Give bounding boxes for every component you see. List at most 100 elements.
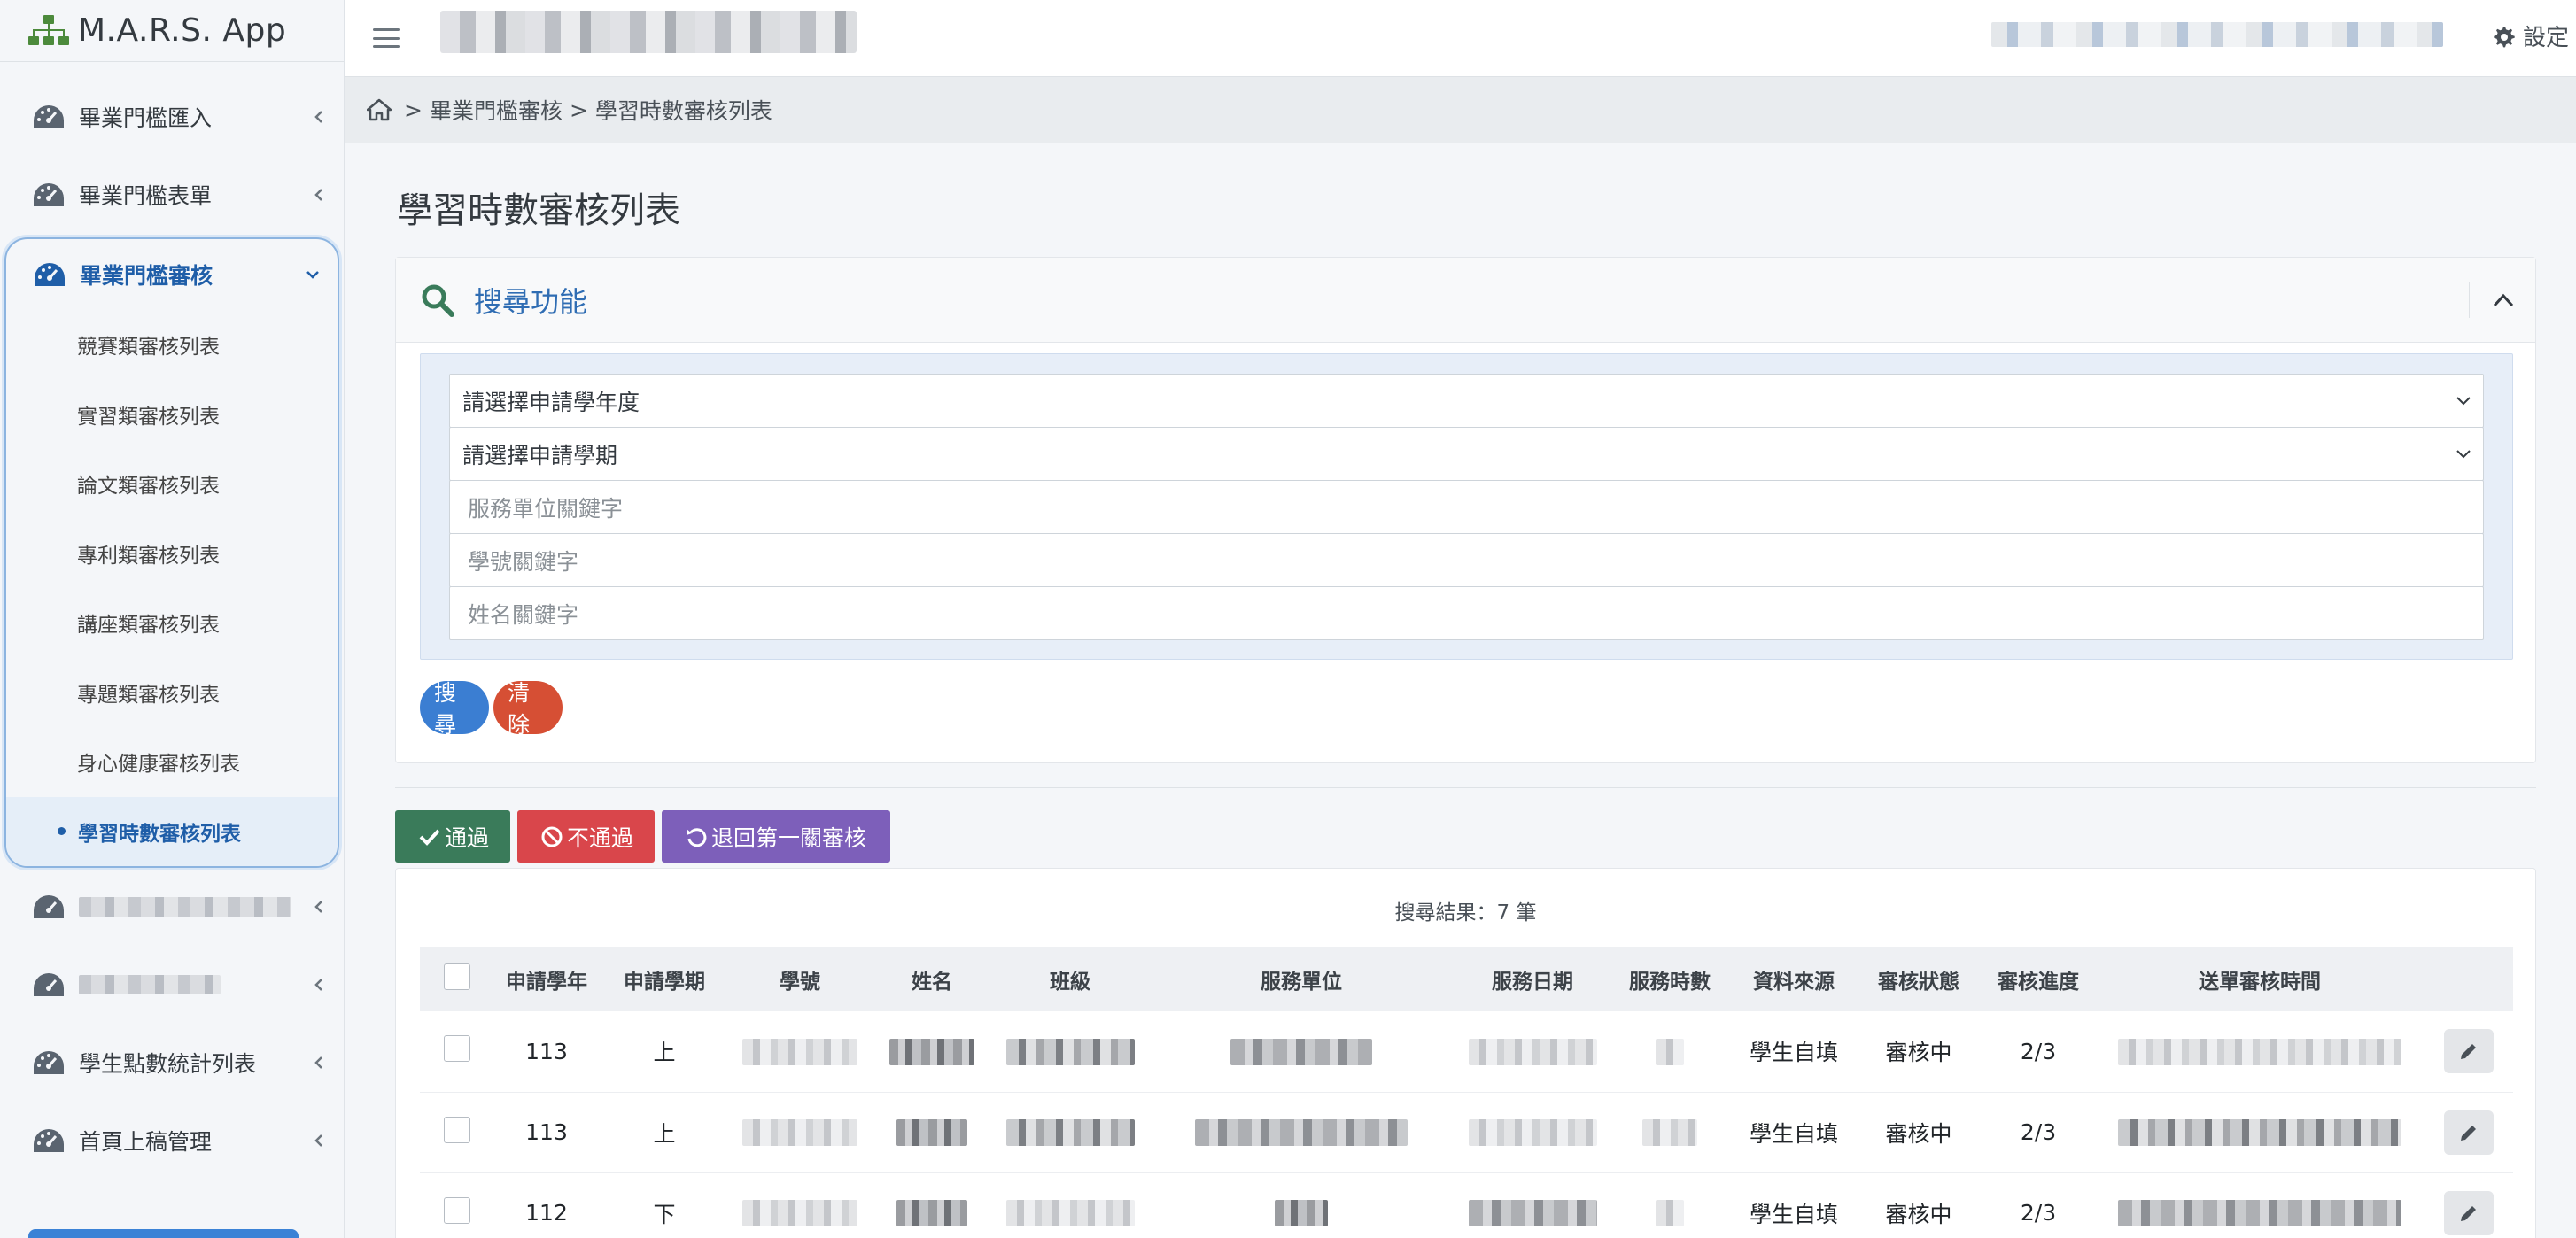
active-dot-icon <box>58 827 66 836</box>
approve-button[interactable]: 通過 <box>395 810 510 863</box>
redacted-name <box>896 1200 967 1226</box>
sidebar-item-student-points[interactable]: 學生點數統計列表 <box>0 1024 344 1102</box>
search-card-header[interactable]: 搜尋功能 <box>396 258 2535 343</box>
brand[interactable]: M.A.R.S. App <box>0 0 344 62</box>
redacted-hours <box>1656 1200 1684 1226</box>
column-header[interactable]: 審核進度 <box>1981 947 2096 1011</box>
term-select[interactable]: 請選擇申請學期 <box>449 427 2484 481</box>
unit-keyword-input[interactable]: 服務單位關鍵字 <box>449 480 2484 534</box>
section-divider <box>395 787 2536 788</box>
cell-year: 113 <box>525 1119 568 1145</box>
sidebar-subitem-internship[interactable]: 實習類審核列表 <box>6 380 338 450</box>
clear-button[interactable]: 清除 <box>493 680 563 738</box>
pencil-icon <box>2460 1125 2476 1141</box>
edit-button[interactable] <box>2443 1029 2494 1074</box>
column-header[interactable]: 服務時數 <box>1609 947 1731 1011</box>
sidebar-subitem-label: 競賽類審核列表 <box>77 336 220 360</box>
menu-toggle-icon[interactable] <box>373 28 400 48</box>
sidebar-subitem-project[interactable]: 專題類審核列表 <box>6 658 338 728</box>
sidebar-item-redacted-1[interactable] <box>0 868 344 946</box>
search-button[interactable]: 搜尋 <box>420 680 489 738</box>
column-header[interactable]: 班級 <box>994 947 1146 1011</box>
action-header <box>2424 947 2513 1011</box>
redacted-date <box>1468 1200 1597 1226</box>
sidebar-item-threshold-review[interactable]: 畢業門檻審核 <box>6 239 338 310</box>
column-header[interactable]: 服務日期 <box>1456 947 1609 1011</box>
bulk-action-bar: 通過 不通過 退回第一關審核 <box>395 810 897 863</box>
column-header[interactable]: 資料來源 <box>1731 947 1857 1011</box>
sidebar-subitem-label: 學習時數審核列表 <box>78 822 241 846</box>
home-icon[interactable] <box>367 98 392 121</box>
sidebar-subitem-label: 講座類審核列表 <box>77 614 220 638</box>
gauge-icon <box>34 895 64 918</box>
search-card: 搜尋功能 請選擇申請學年度 請選擇申請學期 服務單位關鍵字 學號關鍵字 姓名關鍵… <box>395 257 2536 763</box>
table-row: 112 下 學生自填 審核中 2/3 <box>420 1172 2513 1238</box>
chevron-left-icon <box>314 1134 322 1147</box>
sidebar-subitem-thesis[interactable]: 論文類審核列表 <box>6 449 338 519</box>
gear-icon <box>2494 26 2515 47</box>
sidebar-item-label: 畢業門檻審核 <box>80 263 213 289</box>
return-first-review-button[interactable]: 退回第一關審核 <box>662 810 890 863</box>
settings-link[interactable]: 設定 <box>2491 19 2569 52</box>
cell-term: 上 <box>653 1120 676 1147</box>
cell-progress: 2/3 <box>2020 1038 2057 1064</box>
gauge-icon <box>34 183 64 206</box>
sidebar-subitem-patent[interactable]: 專利類審核列表 <box>6 519 338 589</box>
redacted-date <box>1468 1119 1597 1146</box>
search-icon <box>422 284 454 317</box>
term-select-value: 請選擇申請學期 <box>462 442 618 468</box>
column-header[interactable]: 申請學年 <box>494 947 599 1011</box>
column-header[interactable]: 學號 <box>730 947 870 1011</box>
sidebar-item-homepage-mgmt[interactable]: 首頁上稿管理 <box>0 1102 344 1180</box>
sidebar-nav: 畢業門檻匯入 畢業門檻表單 畢業門檻審核 競賽類審核列表 實習類審核列表 論文類… <box>0 62 344 1180</box>
cell-source: 學生自填 <box>1749 1120 1838 1147</box>
cell-year: 113 <box>525 1038 568 1064</box>
sidebar-subitem-health[interactable]: 身心健康審核列表 <box>6 727 338 797</box>
sidebar-subitem-label: 實習類審核列表 <box>77 405 220 429</box>
cell-year: 112 <box>525 1200 568 1226</box>
redacted-hours <box>1656 1038 1684 1065</box>
cell-progress: 2/3 <box>2020 1200 2057 1226</box>
column-header[interactable]: 申請學期 <box>599 947 730 1011</box>
row-checkbox[interactable] <box>444 1196 470 1224</box>
breadcrumb-separator: > <box>404 97 423 123</box>
column-header[interactable]: 審核狀態 <box>1857 947 1981 1011</box>
student-id-input[interactable]: 學號關鍵字 <box>449 533 2484 587</box>
select-all-checkbox[interactable] <box>444 963 470 990</box>
sidebar-subitem-learning-hours[interactable]: 學習時數審核列表 <box>6 796 338 866</box>
settings-label: 設定 <box>2522 25 2569 51</box>
reject-button[interactable]: 不通過 <box>517 810 655 863</box>
name-placeholder: 姓名關鍵字 <box>468 601 579 628</box>
redacted-hours <box>1642 1119 1697 1146</box>
name-input[interactable]: 姓名關鍵字 <box>449 586 2484 640</box>
row-checkbox[interactable] <box>444 1116 470 1143</box>
sidebar-item-label: 學生點數統計列表 <box>79 1051 257 1077</box>
redacted-unit <box>1275 1200 1328 1226</box>
breadcrumb-level2: 學習時數審核列表 <box>594 98 772 124</box>
sidebar-item-threshold-import[interactable]: 畢業門檻匯入 <box>0 78 344 156</box>
redacted-student-id <box>742 1038 857 1065</box>
sidebar-subitem-competition[interactable]: 競賽類審核列表 <box>6 310 338 380</box>
sidebar-item-redacted-2[interactable] <box>0 946 344 1024</box>
column-header[interactable]: 送單審核時間 <box>2096 947 2424 1011</box>
chevron-up-icon[interactable] <box>2491 290 2516 311</box>
sidebar-item-label: 首頁上稿管理 <box>79 1129 213 1155</box>
page-title: 學習時數審核列表 <box>397 190 680 231</box>
undo-icon <box>687 827 707 847</box>
year-select-value: 請選擇申請學年度 <box>462 389 640 415</box>
sidebar-item-threshold-form[interactable]: 畢業門檻表單 <box>0 156 344 234</box>
column-header[interactable]: 姓名 <box>870 947 994 1011</box>
sidebar-subitem-lecture[interactable]: 講座類審核列表 <box>6 588 338 658</box>
chevron-down-icon <box>306 271 319 279</box>
gauge-icon <box>34 973 64 996</box>
year-select[interactable]: 請選擇申請學年度 <box>449 374 2484 428</box>
breadcrumb-level1[interactable]: 畢業門檻審核 <box>430 94 563 126</box>
pencil-icon <box>2460 1044 2476 1060</box>
chevron-left-icon <box>314 189 322 201</box>
sidebar-bottom-button[interactable] <box>28 1229 299 1238</box>
reject-label: 不通過 <box>567 824 634 851</box>
edit-button[interactable] <box>2443 1110 2494 1155</box>
edit-button[interactable] <box>2443 1190 2494 1235</box>
column-header[interactable]: 服務單位 <box>1146 947 1456 1011</box>
row-checkbox[interactable] <box>444 1035 470 1063</box>
